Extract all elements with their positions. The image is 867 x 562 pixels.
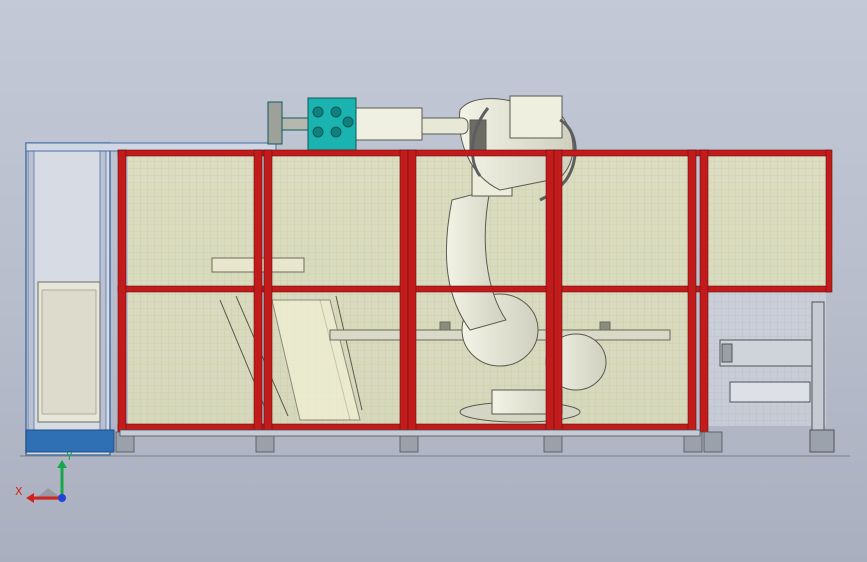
z-axis-icon [58,494,66,502]
axis-triad: X Y [15,450,73,503]
cad-viewport[interactable] [0,0,867,562]
x-axis-label: X [15,485,23,498]
y-axis-label: Y [65,450,73,463]
fence-base [115,429,723,453]
robot-gripper[interactable] [267,97,357,151]
